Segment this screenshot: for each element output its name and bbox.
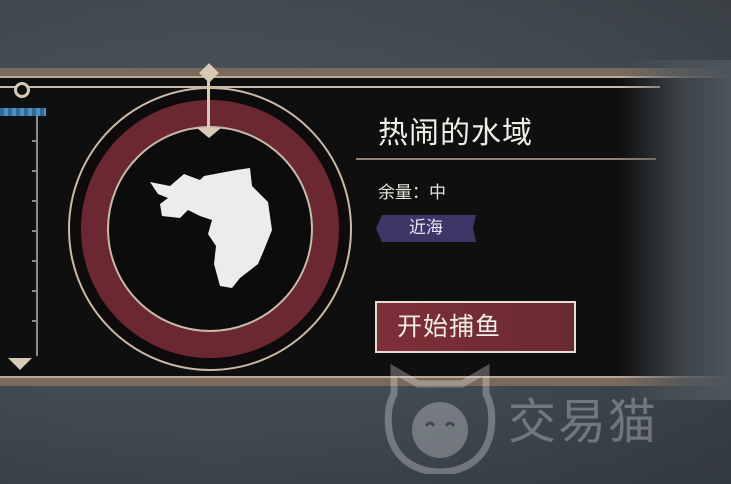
water-surface-strip (0, 108, 46, 116)
dial-pointer-arrow-icon (197, 128, 221, 138)
depth-tick (32, 170, 38, 172)
start-fishing-label: 开始捕鱼 (397, 312, 502, 341)
area-title: 热闹的水域 (378, 116, 533, 151)
depth-tick (32, 320, 38, 322)
depth-tick (32, 230, 38, 232)
depth-tick (32, 200, 38, 202)
watermark-text: 交易猫 (508, 394, 659, 450)
top-rope-line (0, 86, 660, 88)
cat-face-logo (384, 364, 496, 474)
island-silhouette-icon (150, 168, 272, 288)
depth-marker-icon[interactable] (8, 358, 32, 370)
depth-tick (32, 290, 38, 292)
title-divider (356, 158, 656, 160)
watermark: 交易猫 (384, 364, 714, 474)
depth-tick (32, 140, 38, 142)
rope-ring-icon (14, 82, 30, 98)
zone-tag-label: 近海 (409, 218, 443, 238)
start-fishing-button[interactable]: 开始捕鱼 (375, 301, 576, 353)
depth-tick (32, 260, 38, 262)
dial-pointer-pole (207, 76, 210, 130)
remaining-amount: 余量：中 (378, 183, 446, 203)
panel-edge-fade (620, 60, 731, 400)
